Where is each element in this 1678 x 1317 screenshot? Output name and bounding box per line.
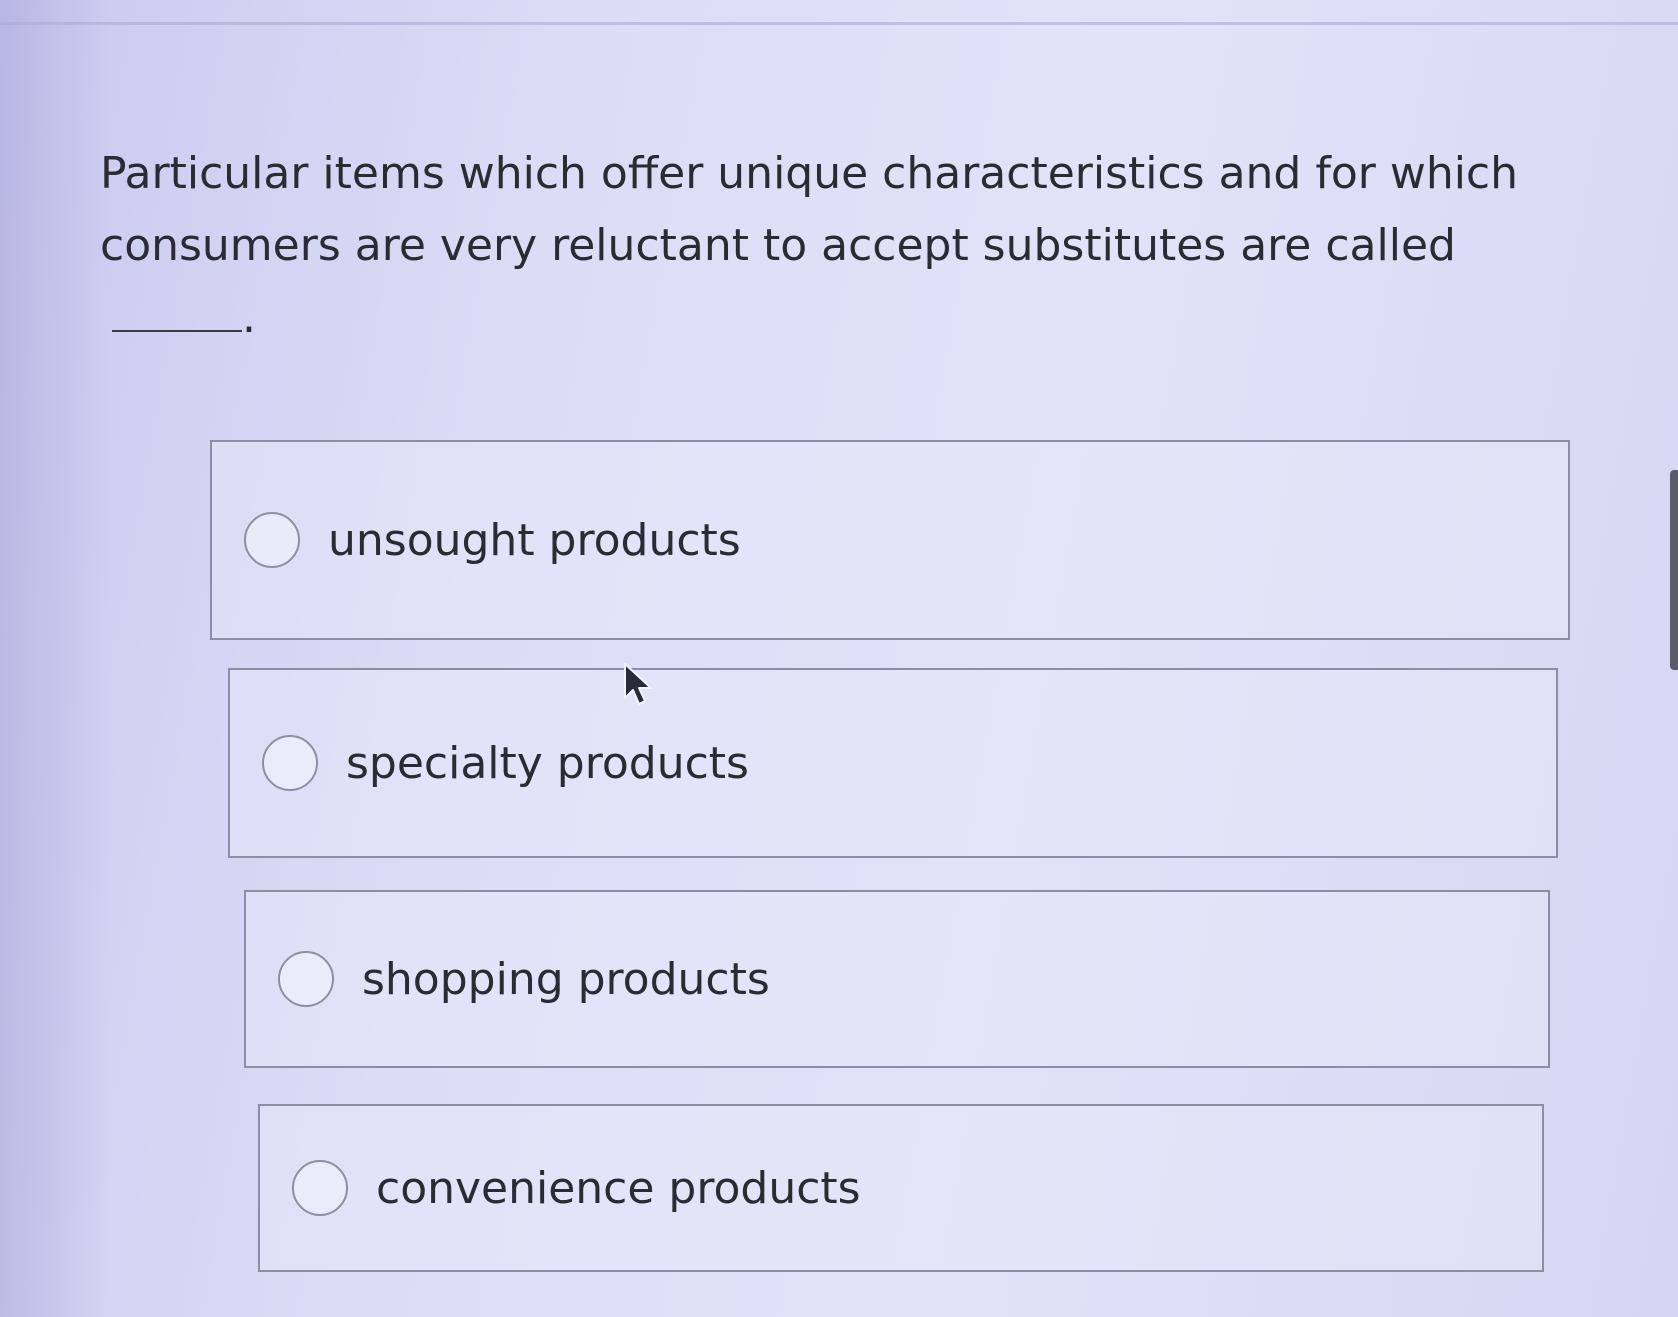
option-label: convenience products xyxy=(376,1162,861,1214)
option-shopping-products[interactable]: shopping products xyxy=(244,890,1550,1068)
option-label: shopping products xyxy=(362,953,770,1005)
scrollbar-thumb[interactable] xyxy=(1670,470,1678,670)
option-label: unsought products xyxy=(328,514,741,566)
option-specialty-products[interactable]: specialty products xyxy=(228,668,1558,858)
radio-button-icon[interactable] xyxy=(244,512,300,568)
option-unsought-products[interactable]: unsought products xyxy=(210,440,1570,640)
mouse-pointer-icon xyxy=(624,663,652,705)
answer-options: unsought products specialty products sho… xyxy=(0,0,1678,1317)
radio-button-icon[interactable] xyxy=(262,735,318,791)
radio-button-icon[interactable] xyxy=(292,1160,348,1216)
radio-button-icon[interactable] xyxy=(278,951,334,1007)
option-convenience-products[interactable]: convenience products xyxy=(258,1104,1544,1272)
option-label: specialty products xyxy=(346,737,749,789)
